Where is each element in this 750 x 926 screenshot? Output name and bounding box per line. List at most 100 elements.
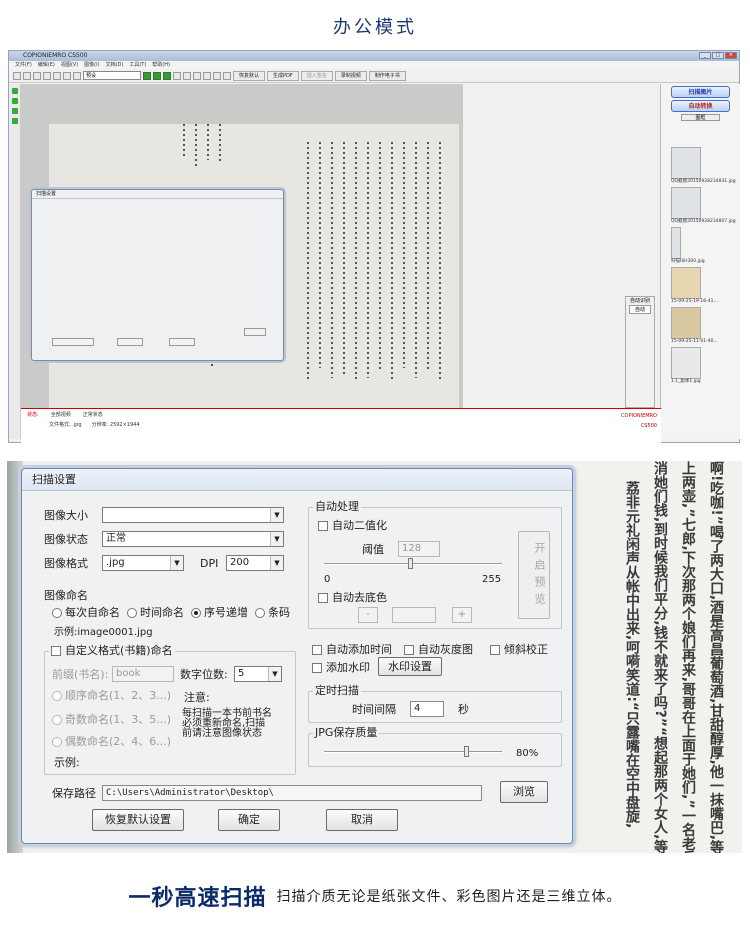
dpi-select[interactable]: 200 ▼	[226, 555, 284, 571]
binarize-checkbox[interactable]: 自动二值化	[318, 519, 387, 533]
menu-document[interactable]: 文档(D)	[106, 61, 124, 69]
folder-icon[interactable]	[11, 108, 18, 114]
redo-icon[interactable]	[63, 71, 71, 80]
bg-level-input[interactable]	[392, 607, 436, 623]
digits-select[interactable]: 5 ▼	[234, 666, 282, 682]
camera-icon[interactable]	[11, 88, 18, 94]
text-icon[interactable]	[223, 71, 231, 80]
radio-time-naming[interactable]: 时间命名	[127, 606, 184, 619]
undo-icon[interactable]	[53, 71, 61, 80]
interval-input[interactable]: 4	[410, 701, 444, 717]
threshold-slider-thumb[interactable]	[408, 558, 413, 569]
gray-checkbox[interactable]: 自动灰度图	[404, 643, 473, 657]
radio-barcode-naming[interactable]: 条码	[255, 606, 290, 619]
radio-even-naming[interactable]: 偶数命名(2、4、6...)	[52, 735, 171, 749]
mini-reset-button[interactable]	[52, 338, 94, 346]
open-preview-button[interactable]: 开启预览	[518, 531, 550, 619]
thumbnail-item[interactable]: QQ截图20150928234831.jpg	[671, 147, 741, 184]
maximize-button[interactable]: □	[712, 52, 724, 59]
image-format-select[interactable]: .jpg ▼	[102, 555, 184, 571]
menu-help[interactable]: 帮助(H)	[152, 61, 170, 69]
auto-detect-value[interactable]: 自动	[629, 305, 651, 314]
frame-button[interactable]: 图框	[681, 114, 720, 121]
watermark-settings-button[interactable]: 水印设置	[378, 657, 442, 676]
enlarged-dialog-view: 啊!吃咖!”喝了两大口,酒是高昌葡萄酒,甘甜醇厚,他一抹嘴巴,等 上两壶,”七郎…	[7, 461, 742, 853]
insert-signature-button[interactable]: 插入签名	[300, 70, 333, 81]
add-time-checkbox[interactable]: 自动添加时间	[312, 643, 392, 657]
resolution-text: 分辨率: 2592×1944	[91, 422, 140, 428]
scan-image-button[interactable]: 扫描图片	[671, 86, 730, 98]
layout-icon[interactable]	[213, 71, 221, 80]
threshold-input[interactable]: 128	[398, 541, 440, 557]
deskew-checkbox[interactable]: 倾斜校正	[490, 643, 548, 657]
generate-pdf-button[interactable]: 生成PDF	[267, 70, 299, 81]
remove-background-checkbox[interactable]: 自动去底色	[318, 591, 387, 605]
watermark-checkbox[interactable]: 添加水印	[312, 661, 370, 675]
footer-headline: 一秒高速扫描	[128, 886, 267, 911]
menu-image[interactable]: 图像(I)	[84, 61, 99, 69]
zoom-icon[interactable]	[143, 71, 151, 80]
thumbnail-item[interactable]: 15-09-25-19-16-41...	[671, 267, 741, 304]
increase-button[interactable]: +	[452, 607, 472, 623]
jpg-quality-value: 80%	[516, 748, 539, 759]
footer-description: 扫描介质无论是纸张文件、彩色图片还是三维立体。	[276, 889, 622, 905]
custom-naming-title[interactable]: 自定义格式(书籍)命名	[49, 644, 175, 658]
copy-icon[interactable]	[33, 71, 41, 80]
grid-icon[interactable]	[203, 71, 211, 80]
image-state-select[interactable]: 正常 ▼	[102, 531, 284, 547]
crop-icon[interactable]	[193, 71, 201, 80]
threshold-track	[324, 563, 502, 565]
photo-icon[interactable]	[11, 98, 18, 104]
menu-tools[interactable]: 工具(T)	[129, 61, 146, 69]
thumbnail-item[interactable]: QQ截图20150928234807.jpg	[671, 187, 741, 224]
image-size-select[interactable]: ▼	[102, 507, 284, 523]
new-icon[interactable]	[73, 71, 81, 80]
radio-each-naming[interactable]: 每次自命名	[52, 606, 120, 619]
save-path-input[interactable]: C:\Users\Administrator\Desktop\	[102, 785, 482, 801]
minimize-button[interactable]: _	[699, 52, 711, 59]
brand-text: COPIONIEMRO	[621, 413, 657, 419]
browse-button[interactable]: 浏览	[500, 781, 548, 803]
interval-label: 时间间隔	[352, 703, 396, 716]
rotate-right-icon[interactable]	[183, 71, 191, 80]
menu-view[interactable]: 视图(V)	[61, 61, 78, 69]
paste-icon[interactable]	[43, 71, 51, 80]
naming-group-title: 图像命名	[44, 589, 88, 602]
rotate-icon[interactable]	[163, 71, 171, 80]
record-video-button[interactable]: 录制视频	[334, 70, 367, 81]
interval-unit: 秒	[458, 703, 469, 716]
close-button[interactable]: ×	[725, 52, 737, 59]
make-ebook-button[interactable]: 制作电子书	[368, 70, 406, 81]
decrease-button[interactable]: -	[358, 607, 378, 623]
thumbnail-item[interactable]: 1.1_副本1.jpg	[671, 347, 741, 384]
cut-icon[interactable]	[23, 71, 31, 80]
radio-sequence-naming[interactable]: 序号递增	[191, 606, 248, 619]
window-title: COPIONIEMRO CS500	[23, 52, 88, 59]
auto-detect-label: 自动识别	[629, 298, 650, 304]
thumbnail-item[interactable]: 15-09-25-11-01-40...	[671, 307, 741, 344]
radio-odd-naming[interactable]: 奇数命名(1、3、5...)	[52, 713, 171, 727]
document-icon[interactable]	[11, 118, 18, 124]
mini-cancel-button[interactable]	[169, 338, 195, 346]
rotate-left-icon[interactable]	[173, 71, 181, 80]
mini-ok-button[interactable]	[117, 338, 143, 346]
auto-convert-button[interactable]: 自动转换	[671, 100, 730, 112]
cancel-button[interactable]: 取消	[326, 809, 398, 831]
scan-settings-dialog: 扫描设置 图像大小 ▼ 图像状态 正常 ▼ 图像格式 .jpg ▼ DPI 200 ▼…	[21, 468, 573, 844]
status-label: 状态:	[27, 412, 39, 418]
jpg-quality-slider-thumb[interactable]	[464, 746, 470, 757]
threshold-max: 255	[482, 574, 502, 585]
jpg-quality-track	[324, 751, 502, 753]
menu-file[interactable]: 文件(F)	[15, 61, 32, 69]
reset-defaults-button[interactable]: 恢复默认设置	[92, 809, 184, 831]
menu-edit[interactable]: 编辑(E)	[38, 61, 55, 69]
radio-order-naming[interactable]: 顺序命名(1、2、3...)	[52, 689, 171, 703]
thumbnail-item[interactable]: 扫描ISH300.jpg	[671, 227, 741, 264]
prefix-input[interactable]: book	[112, 666, 174, 682]
preset-combo[interactable]: 预设	[83, 71, 141, 80]
fit-icon[interactable]	[153, 71, 161, 80]
ok-button[interactable]: 确定	[218, 809, 280, 831]
restore-default-button[interactable]: 恢复默认	[233, 70, 266, 81]
mini-browse-button[interactable]	[244, 328, 266, 336]
save-icon[interactable]	[13, 71, 21, 80]
